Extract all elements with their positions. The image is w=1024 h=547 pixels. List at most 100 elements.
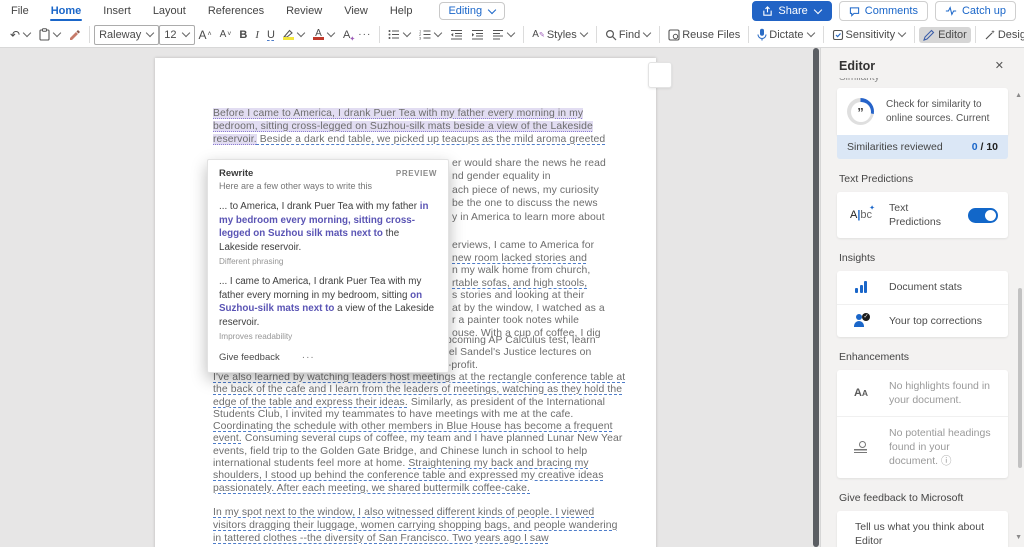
editing-mode-label: Editing <box>448 5 482 17</box>
styles-button[interactable]: A✎ Styles <box>528 27 592 43</box>
chevron-down-icon <box>297 29 305 37</box>
font-size-select[interactable]: 12 <box>159 25 194 45</box>
chevron-down-icon <box>643 29 651 37</box>
rewrite-preview-badge: PREVIEW <box>396 169 437 178</box>
text-segment: ... to America, I drank Puer Tea with my… <box>219 201 420 212</box>
menu-view[interactable]: View <box>333 2 379 20</box>
feedback-card-label: Tell us what you think about Editor <box>847 520 998 547</box>
similarities-reviewed-label: Similarities reviewed <box>847 141 943 153</box>
menu-review[interactable]: Review <box>275 2 333 20</box>
scroll-up-icon[interactable]: ▲ <box>1015 92 1022 99</box>
menu-references[interactable]: References <box>197 2 275 20</box>
font-name-select[interactable]: Raleway <box>94 25 159 45</box>
align-icon <box>492 29 504 40</box>
paragraph-4: In my spot next to the window, I also wi… <box>213 506 627 545</box>
share-icon <box>762 6 773 17</box>
panel-scrollbar[interactable] <box>1018 288 1022 468</box>
underline-button[interactable]: U <box>263 27 279 43</box>
editor-button[interactable]: Editor <box>919 27 971 43</box>
headings-item[interactable]: No potential headings found in your docu… <box>837 416 1008 478</box>
svg-text:3: 3 <box>419 36 422 40</box>
italic-button[interactable]: I <box>251 27 263 43</box>
sensitivity-icon <box>832 29 844 41</box>
font-name-value: Raleway <box>99 29 141 41</box>
designer-button[interactable]: Designer <box>980 27 1024 43</box>
text-line: n my walk home from church, <box>452 265 652 278</box>
designer-label: Designer <box>998 29 1024 41</box>
clipboard-icon <box>39 28 50 41</box>
paragraph-1: Before I came to America, I drank Puer T… <box>213 108 633 146</box>
document-scrollbar[interactable] <box>813 48 819 547</box>
font-color-button[interactable]: A <box>309 27 339 42</box>
grow-font-button[interactable]: A˄ <box>195 27 216 43</box>
highlights-item[interactable]: AA No highlights found in your document. <box>837 370 1008 416</box>
text-segment: ... I came to America, I drank Puer Tea … <box>219 276 421 301</box>
bold-button[interactable]: B <box>235 27 251 43</box>
similarity-progress-icon <box>847 98 874 125</box>
text-effects-icon: A✦ <box>343 29 350 41</box>
top-corrections-item[interactable]: ✓ Your top corrections <box>837 304 1008 337</box>
sensitivity-button[interactable]: Sensitivity <box>828 27 911 43</box>
rewrite-suggestion-1[interactable]: ... to America, I drank Puer Tea with my… <box>219 200 437 255</box>
text-predictions-icon: A|bc✦ <box>850 209 872 221</box>
text-highlights-icon: AA <box>854 387 868 399</box>
menu-file[interactable]: File <box>0 2 40 20</box>
menu-bar: File Home Insert Layout References Revie… <box>0 0 1024 22</box>
enhancements-card: AA No highlights found in your document.… <box>837 370 1008 478</box>
chevron-down-icon <box>327 29 335 37</box>
text-predictions-toggle[interactable] <box>968 208 998 223</box>
pulse-icon <box>945 6 957 16</box>
editor-panel-title: Editor <box>839 59 875 73</box>
menu-insert[interactable]: Insert <box>92 2 142 20</box>
text-predictions-section-label: Text Predictions <box>839 173 1024 185</box>
chevron-down-icon <box>806 29 814 37</box>
menu-home[interactable]: Home <box>40 2 93 20</box>
bullets-button[interactable] <box>384 27 415 42</box>
text-line: r a painter took notes while <box>452 315 652 328</box>
feedback-section-label: Give feedback to Microsoft <box>839 492 1024 504</box>
increase-indent-button[interactable] <box>467 27 488 42</box>
insights-section-label: Insights <box>839 252 1024 264</box>
more-options-icon[interactable]: ··· <box>302 352 315 363</box>
text-line: ach piece of news, my curiosity <box>452 184 652 197</box>
reuse-files-button[interactable]: Reuse Files <box>664 27 744 43</box>
find-button[interactable]: Find <box>601 27 655 43</box>
editing-mode-dropdown[interactable]: Editing <box>439 2 505 20</box>
align-button[interactable] <box>488 27 519 42</box>
menu-layout[interactable]: Layout <box>142 2 197 20</box>
dictate-button[interactable]: Dictate <box>753 26 818 43</box>
chevron-down-icon <box>507 29 515 37</box>
comment-anchor[interactable] <box>648 62 672 88</box>
numbered-list-icon: 123 <box>419 29 431 40</box>
give-feedback-link[interactable]: Give feedback <box>219 352 280 363</box>
rewrite-suggestion-2[interactable]: ... I came to America, I drank Puer Tea … <box>219 275 437 330</box>
share-button[interactable]: Share <box>752 1 831 21</box>
more-font-options-button[interactable]: ··· <box>354 27 375 42</box>
comments-button[interactable]: Comments <box>839 1 928 21</box>
person-check-icon: ✓ <box>854 314 868 327</box>
chevron-down-icon <box>580 29 588 37</box>
similarity-text: Check for similarity to online sources. … <box>886 98 998 125</box>
document-stats-item[interactable]: Document stats <box>837 271 1008 303</box>
undo-button[interactable]: ↶ <box>6 27 35 43</box>
similarity-card[interactable]: Check for similarity to online sources. … <box>837 88 1008 135</box>
text-line: er would share the news he read <box>452 157 652 170</box>
scroll-down-icon[interactable]: ▼ <box>1015 534 1022 541</box>
similarities-reviewed-bar[interactable]: Similarities reviewed 0 / 10 <box>837 135 1008 159</box>
numbering-button[interactable]: 123 <box>415 27 446 42</box>
chevron-down-icon <box>181 29 189 37</box>
rewrite-subtitle: Here are a few other ways to write this <box>219 181 437 191</box>
highlight-button[interactable] <box>279 27 309 42</box>
close-icon[interactable]: ✕ <box>991 57 1008 74</box>
format-painter-button[interactable] <box>65 27 85 43</box>
menu-help[interactable]: Help <box>379 2 424 20</box>
comments-label: Comments <box>865 5 918 17</box>
text-effects-button[interactable]: A✦ <box>339 27 354 43</box>
format-painter-icon <box>69 29 81 41</box>
chevron-down-icon <box>434 29 442 37</box>
catch-up-button[interactable]: Catch up <box>935 1 1016 21</box>
paste-button[interactable] <box>35 26 65 43</box>
feedback-card[interactable]: Tell us what you think about Editor <box>837 511 1008 547</box>
decrease-indent-button[interactable] <box>446 27 467 42</box>
shrink-font-button[interactable]: A˅ <box>216 28 236 42</box>
